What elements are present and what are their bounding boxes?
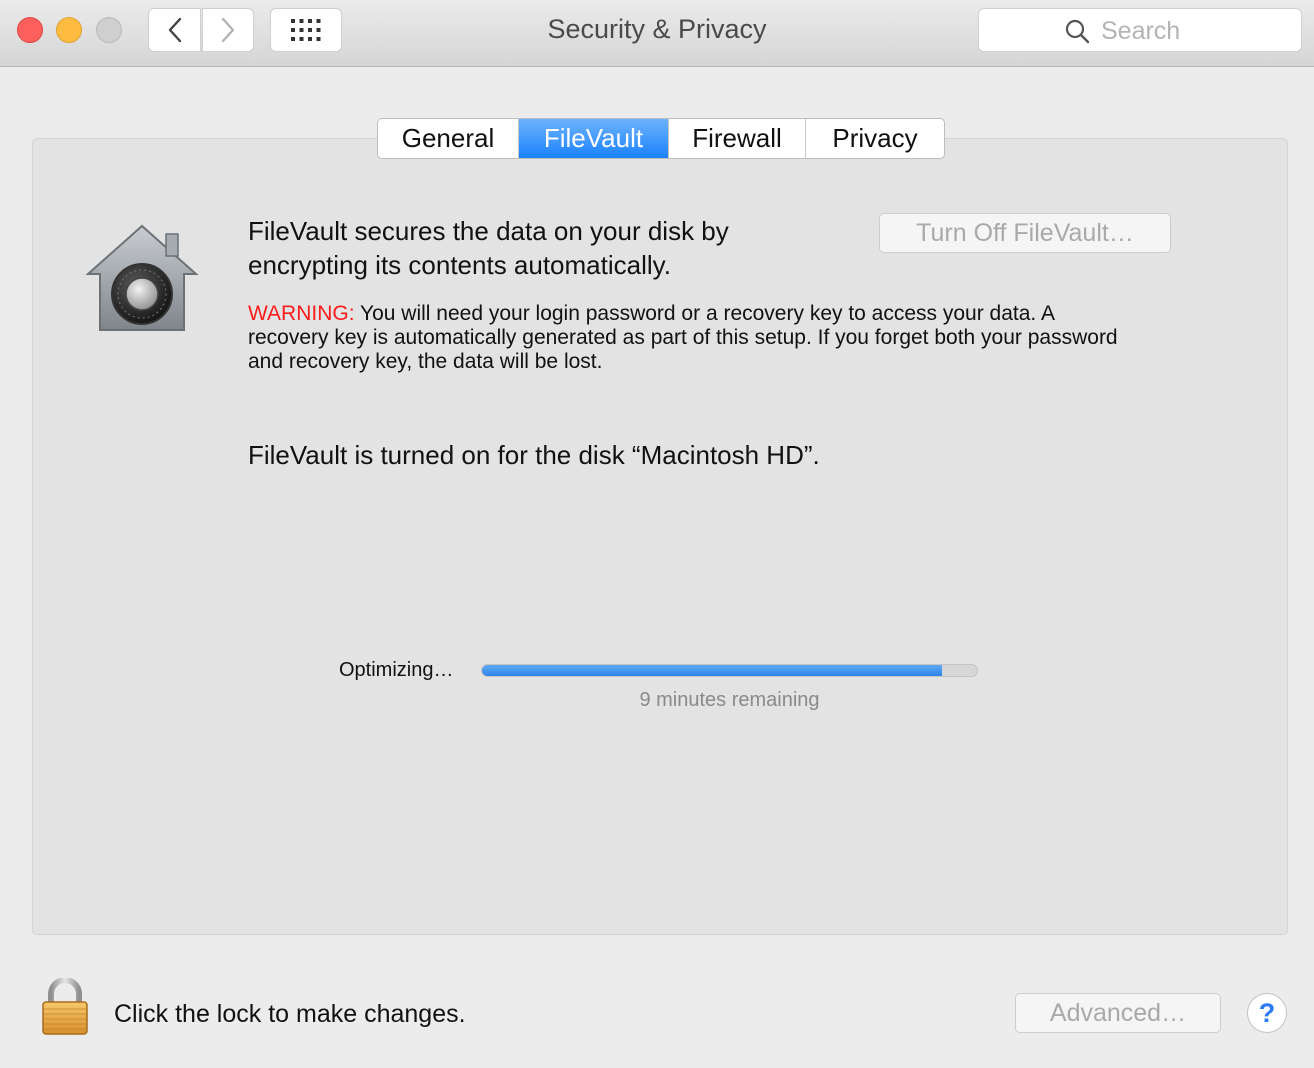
search-field[interactable] [978,8,1302,52]
warning-text: You will need your login password or a r… [248,302,1118,373]
filevault-house-icon [85,224,199,331]
tab-general[interactable]: General [378,119,519,158]
progress-bar [481,664,978,677]
turn-off-filevault-button[interactable]: Turn Off FileVault… [879,213,1171,253]
filevault-status: FileVault is turned on for the disk “Mac… [248,440,820,470]
time-remaining: 9 minutes remaining [639,689,820,711]
tab-filevault[interactable]: FileVault [519,119,669,158]
tab-bar: General FileVault Firewall Privacy [377,118,945,159]
lock-message: Click the lock to make changes. [114,1000,466,1028]
help-button[interactable]: ? [1247,993,1287,1033]
warning-label: WARNING: [248,302,355,325]
lock-icon[interactable] [40,978,90,1036]
title-bar: Security & Privacy [0,0,1314,67]
tab-firewall[interactable]: Firewall [669,119,806,158]
search-input[interactable] [1099,15,1293,47]
filevault-warning: WARNING: You will need your login passwo… [248,302,1128,374]
help-icon: ? [1258,997,1276,1028]
advanced-button[interactable]: Advanced… [1015,993,1221,1033]
tab-privacy[interactable]: Privacy [806,119,944,158]
progress-bar-fill [482,665,943,676]
progress-label: Optimizing… [339,659,454,681]
filevault-description: FileVault secures the data on your disk … [248,216,729,280]
search-icon [1065,19,1090,44]
